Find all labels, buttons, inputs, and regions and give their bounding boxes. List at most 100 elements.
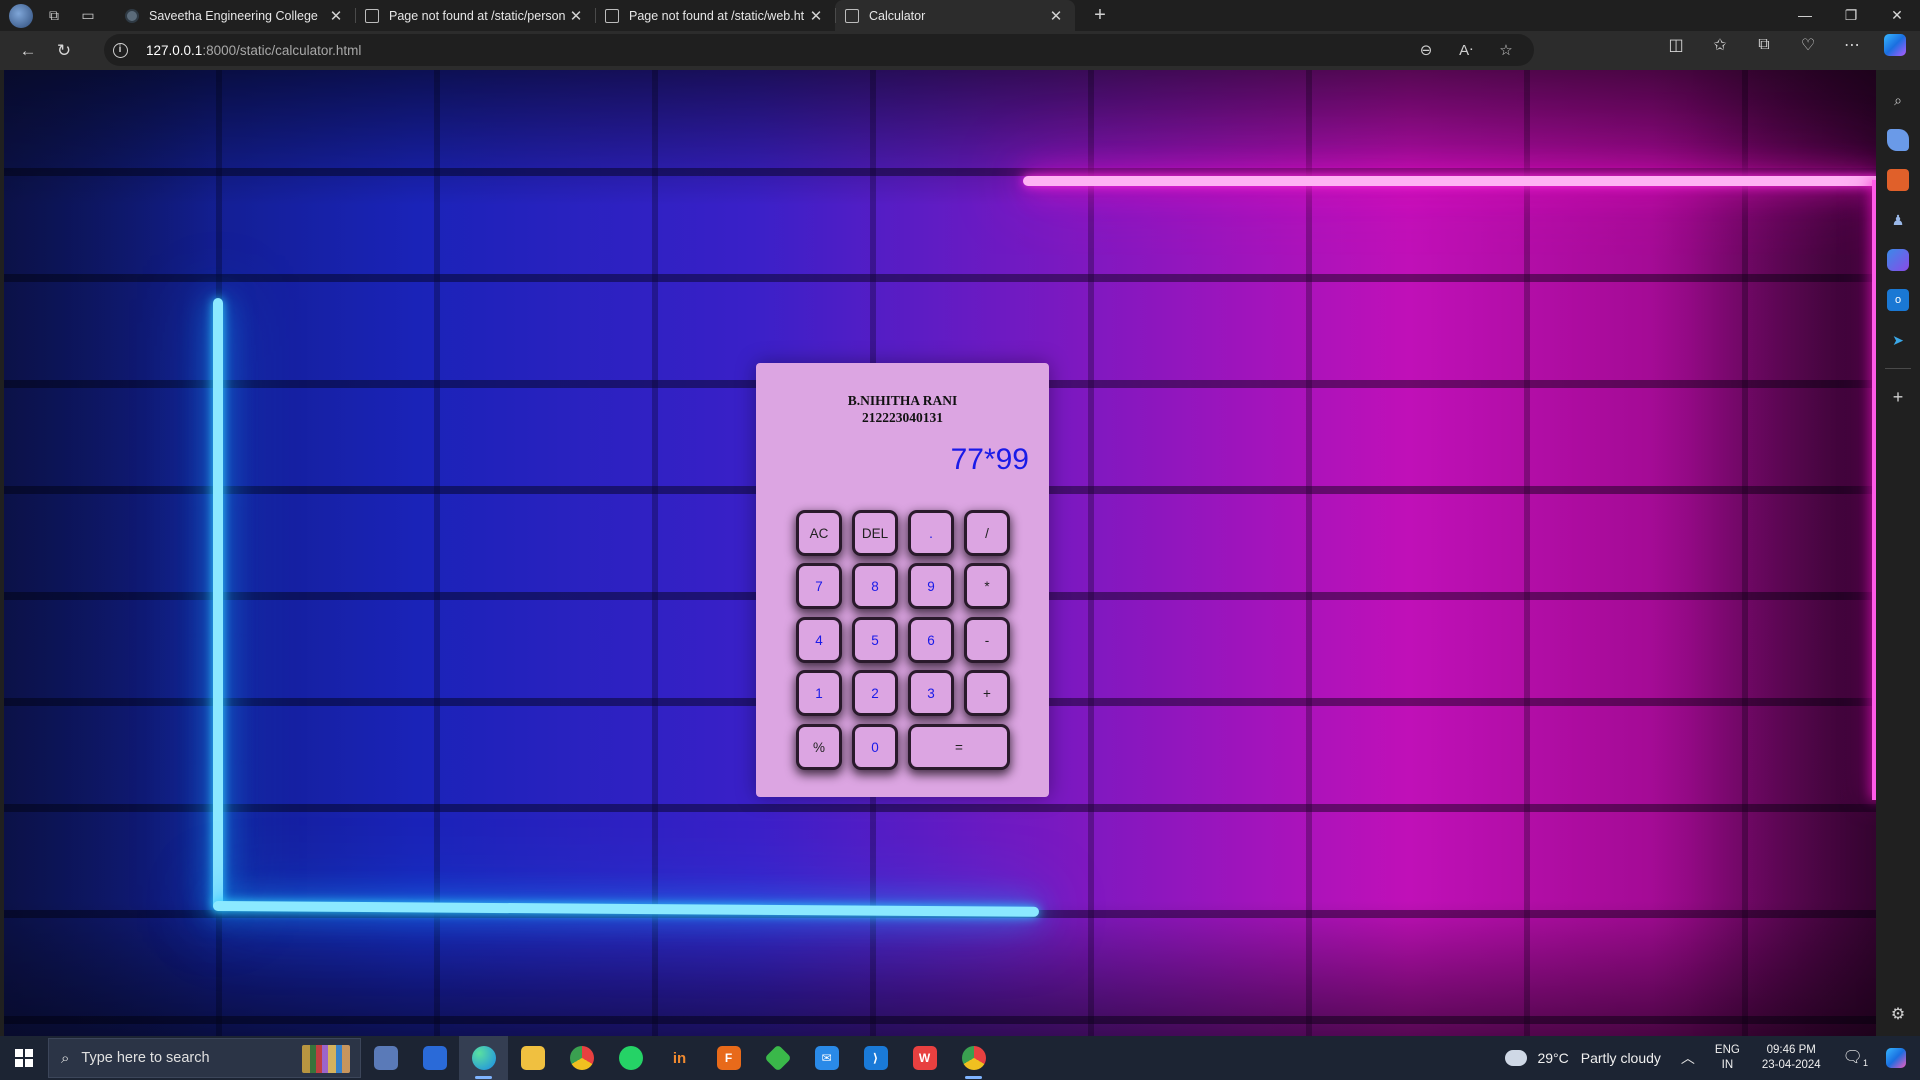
restore-icon[interactable]: ❐ (1828, 0, 1874, 31)
zoom-out-icon[interactable]: ⊖ (1406, 41, 1446, 59)
telegram-icon[interactable]: ➤ (1887, 329, 1909, 351)
plus-button[interactable]: + (967, 673, 1007, 713)
multiply-button[interactable]: * (967, 566, 1007, 606)
url-text: 127.0.0.1:8000/static/calculator.html (146, 42, 362, 58)
delete-button[interactable]: DEL (855, 513, 895, 553)
language-indicator[interactable]: ENG IN (1715, 1043, 1740, 1073)
digit-8-button[interactable]: 8 (855, 566, 895, 606)
taskbar-edge[interactable] (459, 1036, 508, 1080)
taskbar-f-app[interactable]: F (704, 1036, 753, 1080)
back-icon[interactable]: ← (10, 35, 46, 67)
digit-3-button[interactable]: 3 (911, 673, 951, 713)
digit-4-button[interactable]: 4 (799, 620, 839, 660)
equals-button[interactable]: = (911, 727, 1007, 767)
collections-icon[interactable]: ⧉ (1742, 36, 1786, 54)
decimal-button[interactable]: . (911, 513, 951, 553)
clock-time: 09:46 PM (1766, 1044, 1816, 1056)
workspaces-icon[interactable]: ⧉ (41, 3, 67, 29)
toolbar-right-actions: ◫ ✩ ⧉ ♡ ⋯ (1654, 34, 1906, 56)
address-bar[interactable]: i 127.0.0.1:8000/static/calculator.html … (104, 34, 1534, 66)
profile-avatar[interactable] (9, 3, 33, 28)
page-icon (365, 8, 379, 23)
folder-icon (520, 1046, 545, 1070)
percent-button[interactable]: % (799, 727, 839, 767)
start-button[interactable] (0, 1036, 48, 1080)
notification-center-icon[interactable]: 🗨1 (1843, 1047, 1868, 1068)
tab-page-not-found-web[interactable]: Page not found at /static/web.ht ✕ (595, 0, 835, 31)
window-close-icon[interactable]: ✕ (1874, 0, 1920, 31)
globe-icon (125, 8, 139, 23)
minus-button[interactable]: - (967, 620, 1007, 660)
student-name: B.NIHITHA RANI (847, 393, 958, 408)
taskbar-mail[interactable]: ✉ (802, 1036, 851, 1080)
add-app-icon[interactable]: + (1887, 386, 1909, 408)
close-tab-icon[interactable]: ✕ (567, 7, 585, 25)
digit-5-button[interactable]: 5 (855, 620, 895, 660)
site-info-icon[interactable]: i (104, 34, 136, 66)
clear-all-button[interactable]: AC (799, 513, 839, 553)
tools-icon[interactable] (1887, 169, 1909, 191)
outlook-icon[interactable]: o (1887, 289, 1909, 311)
close-tab-icon[interactable]: ✕ (327, 7, 345, 25)
green-gem-icon (763, 1044, 792, 1072)
taskbar-search-box[interactable]: ⌕ Type here to search (48, 1038, 361, 1078)
taskbar-vscode[interactable]: ⟩ (851, 1036, 900, 1080)
search-icon[interactable]: ⌕ (1887, 89, 1909, 111)
store-icon (422, 1046, 447, 1070)
taskbar-explorer[interactable] (508, 1036, 557, 1080)
page-icon (605, 8, 619, 23)
settings-gear-icon[interactable]: ⚙ (1891, 1004, 1905, 1024)
taskbar-wps[interactable]: W (900, 1036, 949, 1080)
taskbar-store[interactable] (410, 1036, 459, 1080)
digit-1-button[interactable]: 1 (799, 673, 839, 713)
tab-saveetha[interactable]: Saveetha Engineering College ✕ (115, 0, 355, 31)
taskbar-file-manager[interactable] (361, 1036, 410, 1080)
weather-widget[interactable]: 29°C Partly cloudy (1501, 1044, 1661, 1066)
copilot-taskbar-icon[interactable] (1886, 1048, 1906, 1068)
digit-0-button[interactable]: 0 (855, 727, 895, 767)
games-icon[interactable]: ♟ (1887, 209, 1909, 231)
taskbar-gem-app[interactable] (753, 1036, 802, 1080)
edge-sidebar: ⌕ ♟ o ➤ + ⚙ (1876, 70, 1920, 1036)
read-aloud-icon[interactable]: Aᐧ (1446, 41, 1486, 59)
f-app-icon: F (716, 1046, 741, 1070)
tab-calculator[interactable]: Calculator ✕ (835, 0, 1075, 31)
favorites-icon[interactable]: ✩ (1698, 35, 1742, 55)
digit-2-button[interactable]: 2 (855, 673, 895, 713)
taskbar-chrome[interactable] (557, 1036, 606, 1080)
chevron-up-icon[interactable]: ︿ (1681, 1048, 1695, 1068)
clock[interactable]: 09:46 PM 23-04-2024 (1762, 1043, 1821, 1073)
taskbar-chrome-profile[interactable] (949, 1036, 998, 1080)
weather-condition: Partly cloudy (1580, 1050, 1661, 1066)
more-options-icon[interactable]: ⋯ (1830, 35, 1874, 55)
divide-button[interactable]: / (967, 513, 1007, 553)
address-bar-actions: ⊖ Aᐧ ☆ (1406, 34, 1526, 66)
digit-6-button[interactable]: 6 (911, 620, 951, 660)
refresh-icon[interactable]: ↻ (46, 35, 82, 67)
taskbar-whatsapp[interactable] (606, 1036, 655, 1080)
favorite-star-icon[interactable]: ☆ (1486, 41, 1526, 59)
browser-essentials-icon[interactable]: ♡ (1786, 35, 1830, 55)
close-tab-icon[interactable]: ✕ (1047, 7, 1065, 25)
search-highlight-illustration (302, 1045, 350, 1073)
tab-actions-icon[interactable]: ▭ (75, 3, 101, 29)
close-tab-icon[interactable]: ✕ (807, 7, 825, 25)
neon-pink-line (1023, 176, 1876, 186)
minimize-icon[interactable]: — (1782, 0, 1828, 31)
notification-count: 1 (1862, 1058, 1868, 1069)
partly-cloudy-icon (1501, 1044, 1528, 1066)
chrome-icon (569, 1046, 594, 1070)
split-screen-icon[interactable]: ◫ (1654, 35, 1698, 55)
new-tab-button[interactable]: + (1085, 4, 1115, 27)
windows-logo-icon (15, 1049, 33, 1067)
system-tray: 29°C Partly cloudy ︿ ENG IN 09:46 PM 23-… (1501, 1036, 1920, 1080)
region-code: IN (1721, 1059, 1734, 1071)
taskbar-invision[interactable]: in (655, 1036, 704, 1080)
copilot-icon[interactable] (1884, 34, 1906, 56)
tab-page-not-found-person[interactable]: Page not found at /static/person ✕ (355, 0, 595, 31)
digit-9-button[interactable]: 9 (911, 566, 951, 606)
digit-7-button[interactable]: 7 (799, 566, 839, 606)
shopping-tag-icon[interactable] (1887, 129, 1909, 151)
sidebar-divider (1885, 368, 1911, 369)
microsoft-365-icon[interactable] (1887, 249, 1909, 271)
